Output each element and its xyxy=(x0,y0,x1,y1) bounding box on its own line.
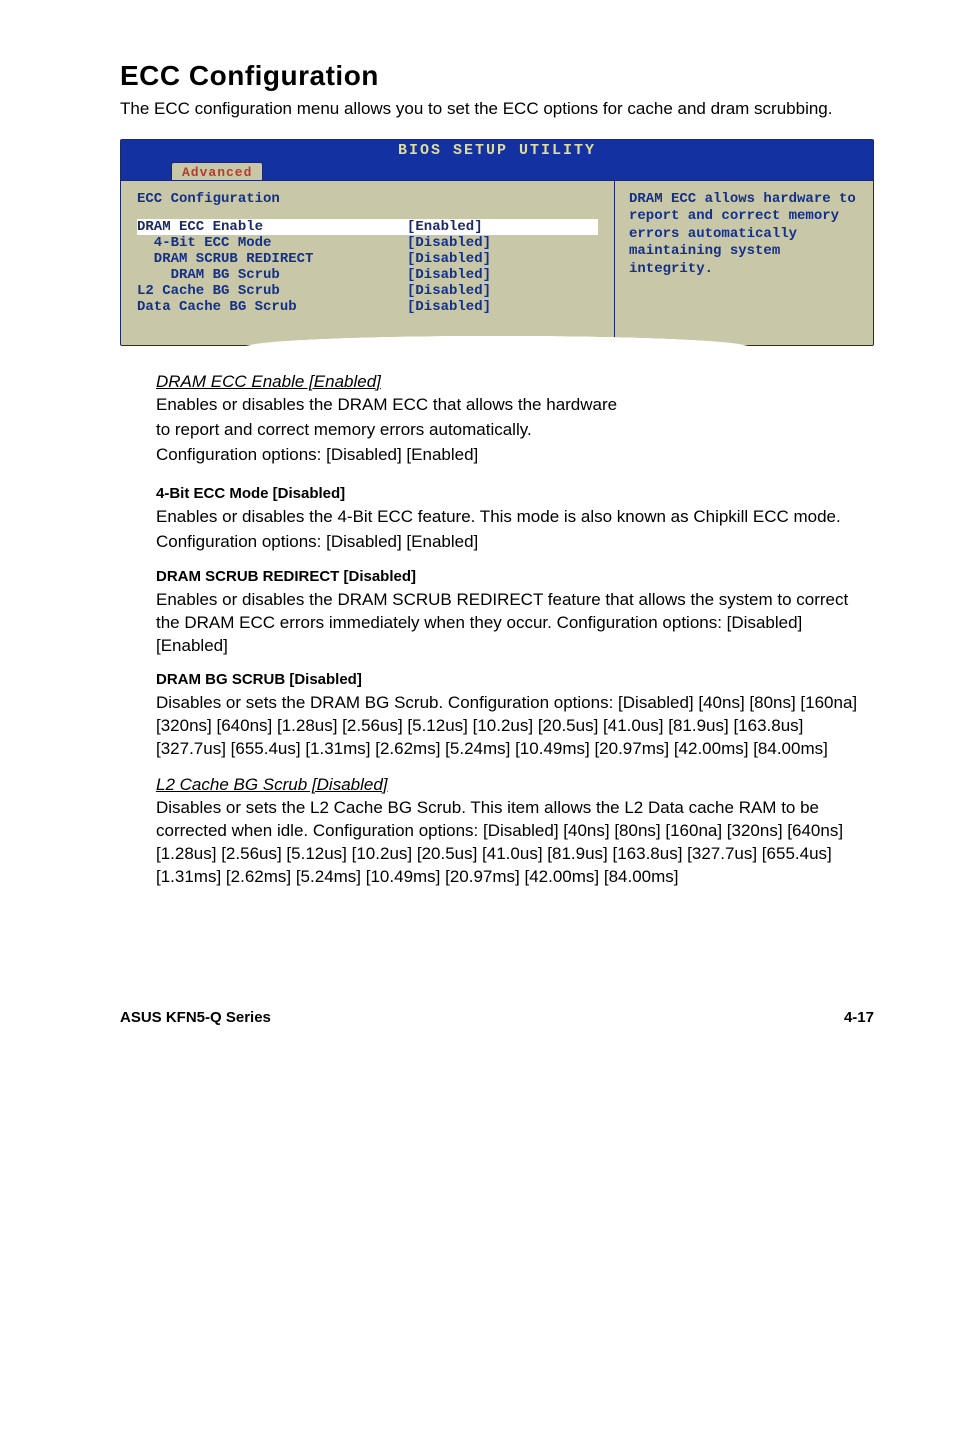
item-text: Configuration options: [Disabled] [Enabl… xyxy=(156,444,874,467)
page-footer: ASUS KFN5-Q Series 4-17 xyxy=(120,1009,874,1026)
item-text: Configuration options: [Disabled] [Enabl… xyxy=(156,531,874,554)
bios-setting-row[interactable]: L2 Cache BG Scrub[Disabled] xyxy=(137,283,598,299)
bios-help-pane: DRAM ECC allows hardware to report and c… xyxy=(615,181,873,345)
sub-title: DRAM BG SCRUB [Disabled] xyxy=(156,671,874,688)
bios-heading: ECC Configuration xyxy=(137,191,598,207)
item-text: Enables or disables the DRAM SCRUB REDIR… xyxy=(156,589,874,658)
bios-setting-label: DRAM SCRUB REDIRECT xyxy=(137,251,407,267)
bios-tab-advanced[interactable]: Advanced xyxy=(171,162,263,180)
item-scrub-redirect: DRAM SCRUB REDIRECT [Disabled] Enables o… xyxy=(156,568,874,658)
bios-setting-value: [Disabled] xyxy=(407,283,491,299)
bios-help-text: DRAM ECC allows hardware to report and c… xyxy=(629,191,859,279)
bios-setting-label: Data Cache BG Scrub xyxy=(137,299,407,315)
bios-setting-label: 4-Bit ECC Mode xyxy=(137,235,407,251)
sub-title: DRAM SCRUB REDIRECT [Disabled] xyxy=(156,568,874,585)
bios-tabrow: Advanced xyxy=(121,160,873,180)
sub-title: 4-Bit ECC Mode [Disabled] xyxy=(156,485,874,502)
footer-right: 4-17 xyxy=(844,1009,874,1026)
item-text: Disables or sets the DRAM BG Scrub. Conf… xyxy=(156,692,874,761)
item-text: Enables or disables the DRAM ECC that al… xyxy=(156,394,874,417)
footer-left: ASUS KFN5-Q Series xyxy=(120,1009,271,1026)
bios-setting-value: [Disabled] xyxy=(407,235,491,251)
item-4bit-ecc: 4-Bit ECC Mode [Disabled] Enables or dis… xyxy=(156,485,874,554)
bios-setting-value: [Disabled] xyxy=(407,299,491,315)
item-dram-ecc-enable: DRAM ECC Enable [Enabled] Enables or dis… xyxy=(156,372,874,467)
item-l2-scrub: L2 Cache BG Scrub [Disabled] Disables or… xyxy=(156,775,874,889)
section-title: ECC Configuration xyxy=(120,60,874,92)
bios-setting-label: DRAM BG Scrub xyxy=(137,267,407,283)
bios-setting-row[interactable]: DRAM ECC Enable[Enabled] xyxy=(137,219,598,235)
bios-setting-value: [Disabled] xyxy=(407,251,491,267)
bios-left-pane: ECC Configuration DRAM ECC Enable[Enable… xyxy=(121,181,615,345)
bios-titlebar: BIOS SETUP UTILITY xyxy=(121,140,873,160)
item-title: L2 Cache BG Scrub [Disabled] xyxy=(156,775,874,795)
bios-setting-row[interactable]: DRAM BG Scrub[Disabled] xyxy=(137,267,598,283)
bios-setting-value: [Disabled] xyxy=(407,267,491,283)
item-text: Enables or disables the 4-Bit ECC featur… xyxy=(156,506,874,529)
bios-setting-label: L2 Cache BG Scrub xyxy=(137,283,407,299)
item-text: Disables or sets the L2 Cache BG Scrub. … xyxy=(156,797,874,889)
item-title: DRAM ECC Enable [Enabled] xyxy=(156,372,874,392)
item-bg-scrub: DRAM BG SCRUB [Disabled] Disables or set… xyxy=(156,671,874,761)
bios-panel: BIOS SETUP UTILITY Advanced ECC Configur… xyxy=(120,139,874,346)
section-lead: The ECC configuration menu allows you to… xyxy=(120,98,874,121)
bios-setting-row[interactable]: 4-Bit ECC Mode[Disabled] xyxy=(137,235,598,251)
bios-setting-row[interactable]: Data Cache BG Scrub[Disabled] xyxy=(137,299,598,315)
bios-setting-row[interactable]: DRAM SCRUB REDIRECT[Disabled] xyxy=(137,251,598,267)
bios-setting-value: [Enabled] xyxy=(407,219,483,235)
bios-setting-label: DRAM ECC Enable xyxy=(137,219,407,235)
item-text: to report and correct memory errors auto… xyxy=(156,419,874,442)
